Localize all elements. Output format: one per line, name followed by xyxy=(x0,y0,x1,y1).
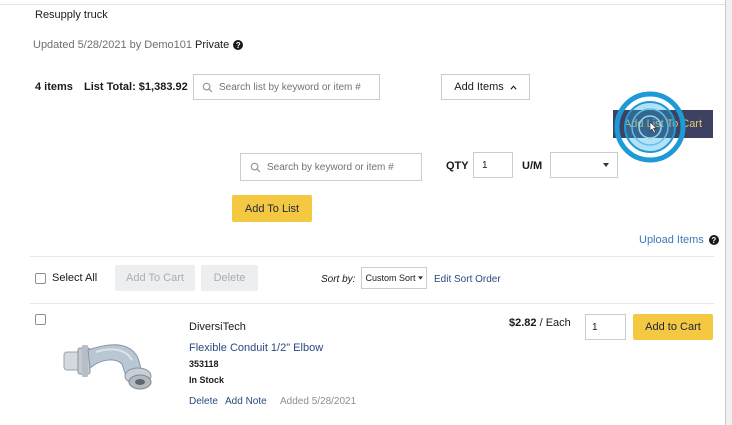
section-divider xyxy=(30,256,714,257)
item-added-date: Added 5/28/2021 xyxy=(280,396,357,407)
upload-items-link[interactable]: Upload Items xyxy=(639,234,704,246)
bulk-delete-label: Delete xyxy=(213,272,246,284)
caret-down-icon xyxy=(603,163,609,167)
add-items-label: Add Items xyxy=(454,81,504,93)
item-search-placeholder: Search by keyword or item # xyxy=(267,161,394,173)
item-checkbox[interactable] xyxy=(35,314,46,325)
select-all-checkbox[interactable] xyxy=(35,273,46,284)
item-stock-status: In Stock xyxy=(189,375,225,385)
caret-down-icon xyxy=(417,276,423,280)
edit-sort-order-link[interactable]: Edit Sort Order xyxy=(434,274,501,285)
privacy-status: Private ? xyxy=(195,39,244,51)
list-updated: Updated 5/28/2021 by Demo101 xyxy=(33,39,193,51)
sort-by-label: Sort by: xyxy=(321,274,356,285)
item-qty-value: 1 xyxy=(592,321,598,333)
add-to-list-button[interactable]: Add To List xyxy=(232,195,312,222)
item-qty-input[interactable]: 1 xyxy=(585,314,626,340)
item-search-input[interactable]: Search by keyword or item # xyxy=(240,153,422,181)
bulk-add-to-cart-label: Add To Cart xyxy=(126,272,184,284)
item-price-block: $2.82 / Each xyxy=(509,317,571,329)
add-items-button[interactable]: Add Items xyxy=(441,74,530,100)
row-divider xyxy=(30,303,714,304)
top-divider xyxy=(0,4,725,5)
chevron-up-icon xyxy=(510,84,517,90)
help-icon[interactable]: ? xyxy=(233,40,244,50)
qty-value: 1 xyxy=(482,159,488,171)
bulk-delete-button[interactable]: Delete xyxy=(201,265,258,291)
item-unit: / Each xyxy=(539,317,571,329)
cursor-highlight-icon xyxy=(614,91,686,163)
shopping-list-card: Resupply truck Updated 5/28/2021 by Demo… xyxy=(0,0,726,425)
privacy-label: Private xyxy=(195,39,230,51)
item-price: $2.82 xyxy=(509,317,537,329)
qty-input[interactable]: 1 xyxy=(473,152,513,178)
sort-value: Custom Sort xyxy=(365,273,416,283)
qty-label: QTY xyxy=(446,160,469,172)
list-total: List Total: $1,383.92 xyxy=(84,81,188,93)
item-add-note-link[interactable]: Add Note xyxy=(225,396,267,407)
um-select[interactable] xyxy=(550,152,618,178)
search-icon xyxy=(250,162,261,172)
list-search-placeholder: Search list by keyword or item # xyxy=(219,81,361,93)
help-icon[interactable]: ? xyxy=(708,235,719,245)
product-image xyxy=(63,344,152,390)
upload-items: Upload Items ? xyxy=(639,234,719,246)
item-sku: 353118 xyxy=(189,359,219,369)
item-brand: DiversiTech xyxy=(189,321,246,333)
item-delete-link[interactable]: Delete xyxy=(189,396,218,407)
item-add-to-cart-button[interactable]: Add to Cart xyxy=(633,314,713,340)
search-icon xyxy=(202,82,213,92)
item-count: 4 items xyxy=(35,81,73,93)
um-label: U/M xyxy=(522,160,543,172)
item-add-to-cart-label: Add to Cart xyxy=(645,321,701,333)
select-all-label: Select All xyxy=(52,272,98,284)
bulk-add-to-cart-button[interactable]: Add To Cart xyxy=(115,265,195,291)
list-name: Resupply truck xyxy=(35,9,108,21)
item-name-link[interactable]: Flexible Conduit 1/2" Elbow xyxy=(189,342,323,354)
sort-select[interactable]: Custom Sort xyxy=(361,267,427,289)
list-search-input[interactable]: Search list by keyword or item # xyxy=(193,74,380,100)
add-to-list-label: Add To List xyxy=(244,202,300,215)
